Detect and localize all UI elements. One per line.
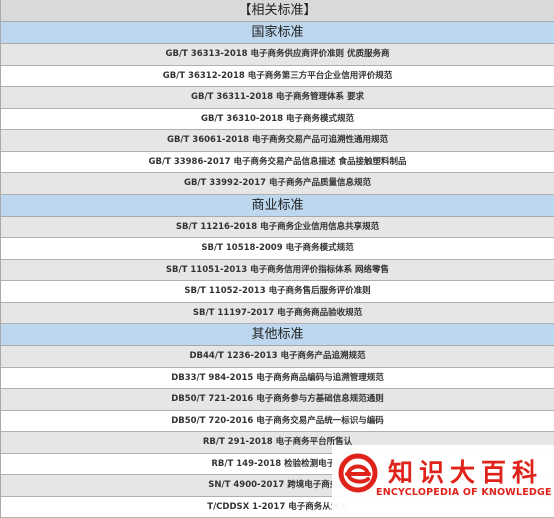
red-e-logo-icon (338, 453, 378, 493)
standard-row[interactable]: GB/T 36061-2018 电子商务交易产品可追溯性通用规范 (1, 130, 554, 152)
watermark-en-text: ENCYCLOPEDIA OF KNOWLEDGE (376, 487, 552, 498)
standard-row[interactable]: GB/T 36313-2018 电子商务供应商评价准则 优质服务商 (1, 44, 554, 66)
section-header: 其他标准 (1, 324, 554, 346)
standard-row[interactable]: GB/T 33992-2017 电子商务产品质量信息规范 (1, 173, 554, 195)
sections-container: 国家标准GB/T 36313-2018 电子商务供应商评价准则 优质服务商GB/… (1, 22, 554, 518)
standard-row[interactable]: SB/T 11216-2018 电子商务企业信用信息共享规范 (1, 217, 554, 239)
standard-row[interactable]: SB/T 11051-2013 电子商务信用评价指标体系 网络零售 (1, 260, 554, 282)
standard-row[interactable]: SB/T 11197-2017 电子商务商品验收规范 (1, 303, 554, 325)
standard-row[interactable]: DB33/T 984-2015 电子商务商品编码与追溯管理规范 (1, 368, 554, 390)
standard-row[interactable]: GB/T 36312-2018 电子商务第三方平台企业信用评价规范 (1, 66, 554, 88)
watermark: 知识大百科 ENCYCLOPEDIA OF KNOWLEDGE (332, 445, 554, 513)
watermark-cn-text: 知识大百科 (388, 453, 543, 489)
table-title: 【相关标准】 (1, 0, 554, 22)
standards-table: 【相关标准】 国家标准GB/T 36313-2018 电子商务供应商评价准则 优… (0, 0, 554, 518)
section-header: 商业标准 (1, 195, 554, 217)
standard-row[interactable]: GB/T 33986-2017 电子商务交易产品信息描述 食品接触塑料制品 (1, 152, 554, 174)
standard-row[interactable]: DB50/T 721-2016 电子商务参与方基础信息规范通则 (1, 389, 554, 411)
standard-row[interactable]: SB/T 11052-2013 电子商务售后服务评价准则 (1, 281, 554, 303)
standard-row[interactable]: SB/T 10518-2009 电子商务模式规范 (1, 238, 554, 260)
standard-row[interactable]: DB50/T 720-2016 电子商务交易产品统一标识与编码 (1, 411, 554, 433)
standard-row[interactable]: DB44/T 1236-2013 电子商务产品追溯规范 (1, 346, 554, 368)
section-header: 国家标准 (1, 22, 554, 44)
standard-row[interactable]: GB/T 36311-2018 电子商务管理体系 要求 (1, 87, 554, 109)
standard-row[interactable]: GB/T 36310-2018 电子商务模式规范 (1, 109, 554, 131)
